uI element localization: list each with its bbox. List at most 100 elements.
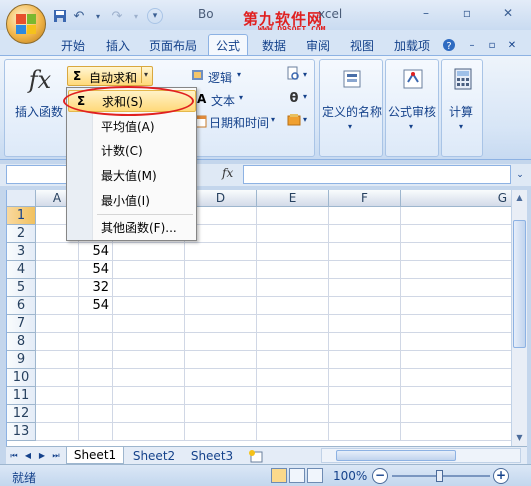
lookup-dropdown-icon[interactable]: ▾ <box>303 70 307 79</box>
page-layout-view-icon[interactable] <box>289 468 305 483</box>
cell[interactable] <box>36 315 79 333</box>
menu-item-min[interactable]: 最小值(I) <box>68 189 196 211</box>
cell[interactable] <box>36 423 79 441</box>
undo-icon[interactable]: ↶ <box>71 7 87 25</box>
insert-function-button[interactable]: 插入函数 <box>15 103 63 120</box>
insert-sheet-icon[interactable] <box>244 447 268 464</box>
cell[interactable] <box>329 279 401 297</box>
cell[interactable] <box>36 261 79 279</box>
next-sheet-icon[interactable]: ▶ <box>36 448 48 463</box>
cell[interactable]: 32 <box>79 279 113 297</box>
sheet-tab-2[interactable]: Sheet2 <box>126 447 182 464</box>
cell[interactable] <box>329 423 401 441</box>
logic-dropdown-icon[interactable]: ▾ <box>237 70 241 79</box>
cell[interactable] <box>329 243 401 261</box>
cell[interactable] <box>257 207 329 225</box>
scroll-up-icon[interactable]: ▲ <box>513 190 526 205</box>
horizontal-scrollbar[interactable] <box>321 448 521 463</box>
tab-data[interactable]: 数据 <box>254 34 294 56</box>
cell[interactable] <box>36 243 79 261</box>
cell[interactable] <box>185 315 257 333</box>
zoom-slider-thumb[interactable] <box>436 470 443 482</box>
cell[interactable] <box>401 207 511 225</box>
cell[interactable] <box>113 243 185 261</box>
undo-dropdown-icon[interactable]: ▾ <box>90 7 106 25</box>
cell[interactable] <box>257 387 329 405</box>
row-header[interactable]: 7 <box>7 315 36 333</box>
tab-insert[interactable]: 插入 <box>98 34 138 56</box>
text-button[interactable]: 文本 <box>211 92 235 109</box>
close-button[interactable]: ✕ <box>493 3 523 23</box>
cell[interactable] <box>185 243 257 261</box>
cell[interactable] <box>257 369 329 387</box>
cell[interactable] <box>79 315 113 333</box>
more-functions-icon[interactable] <box>287 112 301 128</box>
cell[interactable] <box>185 297 257 315</box>
row-header[interactable]: 4 <box>7 261 36 279</box>
cell[interactable] <box>36 333 79 351</box>
cell[interactable] <box>401 369 511 387</box>
formula-input[interactable] <box>243 165 511 184</box>
cell[interactable] <box>257 351 329 369</box>
cell[interactable] <box>113 261 185 279</box>
save-icon[interactable] <box>52 7 68 25</box>
cell[interactable] <box>185 333 257 351</box>
cell[interactable] <box>257 225 329 243</box>
cell[interactable] <box>257 261 329 279</box>
cell[interactable] <box>329 351 401 369</box>
cell[interactable] <box>329 261 401 279</box>
row-header[interactable]: 11 <box>7 387 36 405</box>
row-header[interactable]: 9 <box>7 351 36 369</box>
cell[interactable] <box>113 351 185 369</box>
tab-formulas[interactable]: 公式 <box>208 34 248 56</box>
office-button[interactable] <box>6 4 46 44</box>
cell[interactable] <box>113 279 185 297</box>
cell[interactable] <box>79 369 113 387</box>
tab-review[interactable]: 审阅 <box>298 34 338 56</box>
cell[interactable] <box>329 387 401 405</box>
autosum-dropdown-icon[interactable]: ▾ <box>141 67 148 83</box>
select-all-corner[interactable] <box>7 190 36 207</box>
cell[interactable] <box>185 405 257 423</box>
cell[interactable] <box>113 387 185 405</box>
cell[interactable] <box>257 315 329 333</box>
page-break-view-icon[interactable] <box>307 468 323 483</box>
cell[interactable]: 54 <box>79 261 113 279</box>
minimize-button[interactable]: – <box>411 3 441 23</box>
column-header-g[interactable]: G <box>401 190 511 207</box>
menu-item-more-functions[interactable]: 其他函数(F)... <box>68 216 196 238</box>
cell[interactable] <box>257 297 329 315</box>
tab-view[interactable]: 视图 <box>342 34 382 56</box>
cell[interactable] <box>257 333 329 351</box>
more-functions-dropdown-icon[interactable]: ▾ <box>303 115 307 124</box>
cell[interactable] <box>329 315 401 333</box>
cell[interactable] <box>401 423 511 441</box>
cell[interactable] <box>113 297 185 315</box>
cell[interactable] <box>36 351 79 369</box>
expand-formula-bar-icon[interactable]: ⌄ <box>513 166 527 183</box>
cell[interactable] <box>401 261 511 279</box>
row-header[interactable]: 2 <box>7 225 36 243</box>
redo-icon[interactable]: ↷ <box>109 7 125 25</box>
column-header-f[interactable]: F <box>329 190 401 207</box>
cell[interactable] <box>329 207 401 225</box>
menu-item-max[interactable]: 最大值(M) <box>68 164 196 186</box>
cell[interactable] <box>401 243 511 261</box>
tab-home[interactable]: 开始 <box>52 34 94 56</box>
cell[interactable] <box>401 297 511 315</box>
sheet-tab-1[interactable]: Sheet1 <box>66 447 124 464</box>
cell[interactable] <box>36 369 79 387</box>
cell[interactable]: 54 <box>79 243 113 261</box>
cell[interactable] <box>257 243 329 261</box>
cell[interactable] <box>401 333 511 351</box>
cell[interactable] <box>329 333 401 351</box>
menu-item-sum[interactable]: Σ 求和(S) <box>68 90 196 112</box>
cell[interactable] <box>79 333 113 351</box>
cell[interactable] <box>79 387 113 405</box>
cell[interactable] <box>257 423 329 441</box>
row-header[interactable]: 1 <box>7 207 36 225</box>
row-header[interactable]: 5 <box>7 279 36 297</box>
defined-names-group[interactable]: 定义的名称 ▾ <box>319 59 383 157</box>
cell[interactable] <box>113 369 185 387</box>
help-icon[interactable]: ? <box>440 34 458 56</box>
